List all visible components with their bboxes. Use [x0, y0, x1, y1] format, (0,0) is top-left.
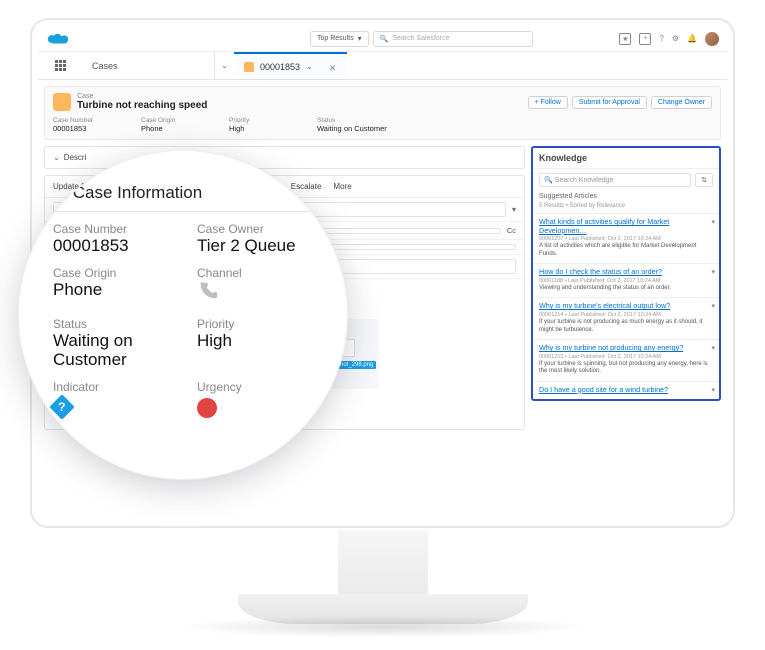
knowledge-article-item[interactable]: ▾Why is my turbine's electrical output l… [533, 297, 719, 339]
case-origin-value: Phone [53, 280, 175, 300]
nav-tabs: Cases ⌄ 00001853 ⌄ ✕ [38, 52, 727, 80]
article-menu-icon[interactable]: ▾ [711, 268, 715, 276]
case-owner-value: Tier 2 Queue [197, 236, 319, 256]
article-title[interactable]: Why is my turbine not producing any ener… [539, 344, 713, 353]
add-icon[interactable]: + [639, 33, 651, 45]
follow-button[interactable]: + Follow [528, 96, 568, 109]
monitor-stand [338, 530, 428, 594]
object-tab-cases[interactable]: Cases [82, 52, 214, 79]
article-title[interactable]: What kinds of activities qualify for Mar… [539, 218, 713, 235]
app-launcher-icon[interactable] [38, 52, 82, 79]
knowledge-result-meta: 5 Results • Sorted by Relevance [533, 202, 719, 213]
indicator-icon: ? [49, 394, 74, 419]
article-meta: 00001207 • Last Published: Oct 2, 2017 1… [539, 236, 713, 242]
article-snippet: If your turbine is not producing as much… [539, 319, 713, 334]
salesforce-logo-icon [46, 31, 72, 47]
article-menu-icon[interactable]: ▾ [711, 218, 715, 226]
knowledge-article-item[interactable]: ▾How do I check the status of an order?0… [533, 263, 719, 297]
case-icon [244, 62, 254, 72]
record-highlights-panel: Case Turbine not reaching speed + Follow… [44, 86, 721, 140]
knowledge-suggested-label: Suggested Articles [533, 191, 719, 202]
notifications-bell-icon[interactable]: 🔔 [687, 34, 697, 43]
cc-label[interactable]: Cc [507, 226, 516, 235]
article-menu-icon[interactable]: ▾ [711, 344, 715, 352]
record-title: Turbine not reaching speed [77, 100, 522, 111]
user-avatar[interactable] [705, 32, 719, 46]
case-number-value: 00001853 [53, 236, 175, 256]
article-meta: 00001213 • Last Published: Oct 2, 2017 1… [539, 354, 713, 360]
global-search-input[interactable]: 🔍 Search Salesforce [373, 31, 533, 47]
action-more[interactable]: More [333, 182, 351, 191]
action-escalate[interactable]: Escalate [291, 182, 322, 191]
case-icon [53, 93, 71, 111]
article-snippet: If your turbine is spinning, but not pro… [539, 361, 713, 376]
help-icon[interactable]: ? [659, 34, 663, 43]
change-owner-button[interactable]: Change Owner [651, 96, 712, 109]
expand-icon[interactable]: ▾ [512, 205, 516, 214]
object-tab-dropdown[interactable]: ⌄ [214, 52, 234, 79]
article-menu-icon[interactable]: ▾ [711, 302, 715, 310]
knowledge-sort-button[interactable]: ⇅ [695, 173, 713, 187]
submit-approval-button[interactable]: Submit for Approval [572, 96, 647, 109]
knowledge-search-input[interactable]: 🔍 Search Knowledge [539, 173, 691, 187]
knowledge-article-item[interactable]: ▾Do I have a good site for a wind turbin… [533, 381, 719, 400]
search-icon: 🔍 [380, 35, 389, 43]
close-tab-icon[interactable]: ✕ [329, 63, 337, 71]
record-object-label: Case [77, 93, 522, 100]
article-snippet: A list of activities which are eligible … [539, 243, 713, 258]
article-title[interactable]: Why is my turbine's electrical output lo… [539, 302, 713, 311]
knowledge-article-item[interactable]: ▾What kinds of activities qualify for Ma… [533, 213, 719, 263]
article-snippet: Viewing and understanding the status of … [539, 285, 713, 293]
article-meta: 00001188 • Last Published: Oct 2, 2017 1… [539, 278, 713, 284]
global-header: Top Results▾ 🔍 Search Salesforce ★ + ? ⚙… [38, 26, 727, 52]
tab-dropdown-icon[interactable]: ⌄ [306, 62, 313, 71]
article-title[interactable]: How do I check the status of an order? [539, 268, 713, 277]
zoom-lens: ⌄ Case Information Case Number00001853 C… [18, 150, 348, 480]
favorites-icon[interactable]: ★ [619, 33, 631, 45]
status-value: Waiting on Customer [53, 331, 175, 370]
knowledge-panel: Knowledge 🔍 Search Knowledge ⇅ Suggested… [531, 146, 721, 401]
monitor-shadow [173, 616, 593, 638]
phone-icon [197, 280, 219, 302]
knowledge-article-item[interactable]: ▾Why is my turbine not producing any ene… [533, 339, 719, 381]
urgency-dot-icon [197, 398, 217, 418]
highlights-fields: Case Number00001853 Case OriginPhone Pri… [53, 117, 712, 133]
priority-value: High [197, 331, 319, 351]
article-menu-icon[interactable]: ▾ [711, 386, 715, 394]
workspace-tab-case[interactable]: 00001853 ⌄ ✕ [234, 52, 347, 79]
setup-gear-icon[interactable]: ⚙ [672, 34, 679, 43]
tab-label: 00001853 [260, 62, 300, 72]
article-meta: 00001214 • Last Published: Oct 2, 2017 1… [539, 312, 713, 318]
article-title[interactable]: Do I have a good site for a wind turbine… [539, 386, 713, 395]
search-scope-dropdown[interactable]: Top Results▾ [310, 31, 369, 47]
knowledge-title: Knowledge [533, 148, 719, 169]
case-information-header[interactable]: ⌄ Case Information [53, 177, 319, 212]
